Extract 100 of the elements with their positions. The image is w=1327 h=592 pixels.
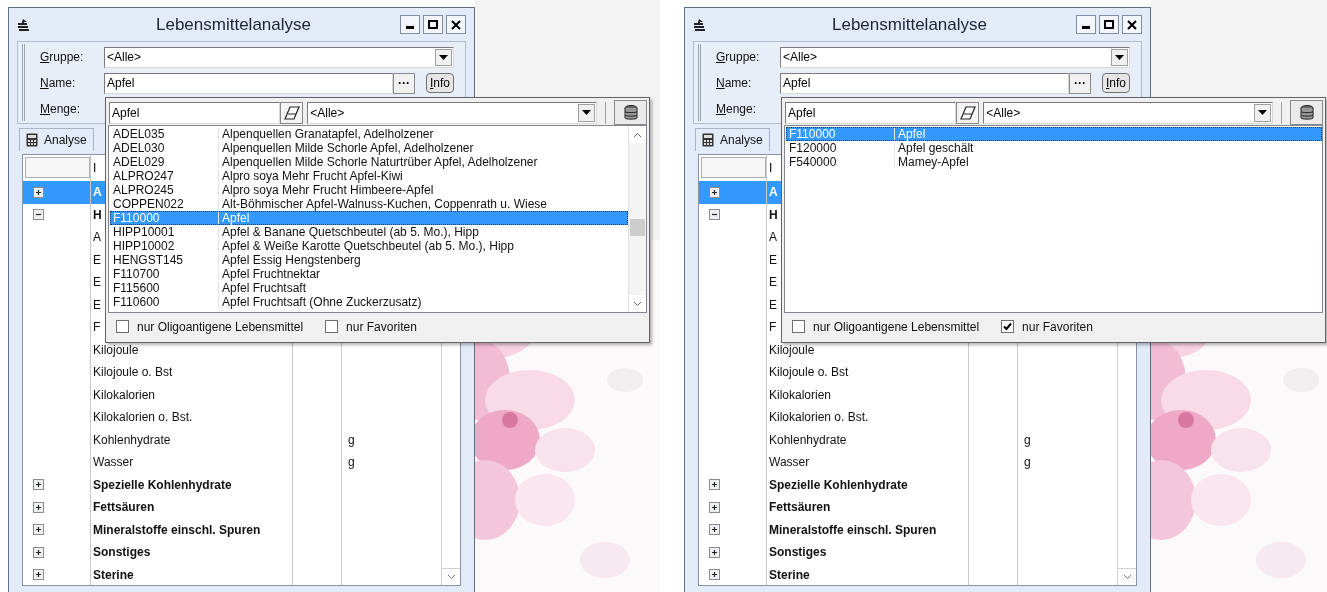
list-row[interactable]: F120000 Apfel geschält	[786, 141, 1322, 155]
maximize-icon[interactable]	[1104, 19, 1114, 30]
list-row[interactable]: ADEL035 Alpenquellen Granatapfel, Adelholzener	[110, 127, 628, 141]
tree-row[interactable]: Sterine	[699, 563, 1118, 585]
tree-row[interactable]: Wasser g	[699, 451, 1118, 474]
list-row[interactable]: ADEL029 Alpenquellen Milde Schorle Naturtrüber Apfel, Adelholzener	[110, 155, 628, 169]
clear-button[interactable]	[956, 101, 980, 124]
list-row[interactable]: ALPRO247 Alpro soya Mehr Frucht Apfel-Kiwi	[110, 169, 628, 183]
checkbox[interactable]	[1001, 320, 1015, 333]
list-row[interactable]: HIPP10002 Apfel & Weiße Karotte Quetschbeutel (ab 5. Mo.), Hipp	[110, 239, 628, 253]
filter-dropdown[interactable]: <Alle>	[307, 101, 598, 124]
item-code: ADEL035	[112, 128, 166, 140]
tree-row[interactable]: Kilojoule o. Bst	[23, 361, 442, 384]
window-menu-icon[interactable]	[693, 18, 707, 31]
calculator-icon	[26, 133, 38, 147]
row-label: H	[769, 206, 778, 224]
tree-row[interactable]: Fettsäuren	[23, 496, 442, 519]
expand-toggle[interactable]	[33, 501, 44, 513]
tree-row[interactable]: Kilokalorien o. Bst.	[699, 406, 1118, 429]
list-row[interactable]: ADEL030 Alpenquellen Milde Schorle Apfel, Adelholzener	[110, 141, 628, 155]
scrollbar[interactable]	[628, 126, 646, 312]
maximize-button[interactable]	[423, 15, 443, 34]
tree-row[interactable]: Kilojoule o. Bst	[699, 361, 1118, 384]
minimize-button[interactable]	[400, 15, 420, 34]
close-icon[interactable]	[451, 19, 461, 30]
expand-toggle[interactable]	[709, 569, 720, 581]
expand-toggle[interactable]	[709, 209, 720, 221]
info-button[interactable]: Info	[426, 73, 454, 93]
list-row[interactable]: F110700 Apfel Fruchtnektar	[110, 267, 628, 281]
browse-button[interactable]: ···	[393, 72, 415, 94]
row-label: Kohlenhydrate	[769, 431, 847, 449]
expand-toggle[interactable]	[33, 546, 44, 558]
chevron-down-icon[interactable]	[633, 300, 642, 307]
tree-row[interactable]: Sonstiges	[699, 541, 1118, 564]
tree-row[interactable]: Spezielle Kohlenhydrate	[699, 473, 1118, 496]
group-dropdown[interactable]: <Alle>	[780, 46, 1130, 68]
expand-toggle[interactable]	[709, 524, 720, 536]
list-row[interactable]: HIPP10001 Apfel & Banane Quetschbeutel (ab 5. Mo.), Hipp	[110, 225, 628, 239]
list-row[interactable]: F540000 Mamey-Apfel	[786, 155, 1322, 169]
tree-row[interactable]: Mineralstoffe einschl. Spuren	[23, 518, 442, 541]
row-label: Wasser	[93, 454, 134, 472]
tree-row[interactable]: Kilokalorien	[23, 383, 442, 406]
tree-row[interactable]: Kohlenhydrate g	[23, 428, 442, 451]
scroll-thumb[interactable]	[630, 219, 645, 236]
expand-toggle[interactable]	[709, 501, 720, 513]
tab[interactable]: Analyse	[19, 128, 94, 151]
name-field[interactable]: Apfel	[104, 72, 393, 94]
search-field[interactable]: Apfel	[785, 101, 957, 124]
search-field[interactable]: Apfel	[109, 101, 281, 124]
list-row[interactable]: ALPRO245 Alpro soya Mehr Frucht Himbeere-Apfel	[110, 183, 628, 197]
tree-row[interactable]: Wasser g	[23, 451, 442, 474]
maximize-button[interactable]	[1099, 15, 1119, 34]
expand-toggle[interactable]	[33, 524, 44, 536]
tree-row[interactable]: Fettsäuren	[699, 496, 1118, 519]
chevron-down-icon[interactable]	[446, 574, 456, 580]
checkbox[interactable]	[325, 320, 339, 333]
expand-toggle[interactable]	[33, 209, 44, 221]
group-dropdown[interactable]: <Alle>	[104, 46, 454, 68]
expand-toggle[interactable]	[709, 479, 720, 491]
list-row[interactable]: F115600 Apfel Fruchtsaft	[110, 281, 628, 295]
database-button[interactable]	[614, 100, 647, 125]
database-button[interactable]	[1290, 100, 1323, 125]
field-label: Gruppe:	[40, 49, 85, 66]
expand-toggle[interactable]	[33, 479, 44, 491]
chevron-down-icon[interactable]	[1122, 574, 1132, 580]
tree-row[interactable]: Kilokalorien o. Bst.	[23, 406, 442, 429]
list-row[interactable]: HENGST145 Apfel Essig Hengstenberg	[110, 253, 628, 267]
chevron-up-icon[interactable]	[633, 131, 642, 138]
tree-row[interactable]: Sterine	[23, 563, 442, 585]
checkbox[interactable]	[116, 320, 129, 333]
expand-toggle[interactable]	[33, 569, 44, 581]
filter-dropdown[interactable]: <Alle>	[983, 101, 1274, 124]
expand-toggle[interactable]	[709, 546, 720, 558]
row-label: F	[769, 319, 777, 337]
window-menu-icon[interactable]	[17, 18, 31, 31]
field-label: Gruppe:	[716, 49, 761, 66]
tree-row[interactable]: Kohlenhydrate g	[699, 428, 1118, 451]
tree-row[interactable]: Kilokalorien	[699, 383, 1118, 406]
expand-toggle[interactable]	[33, 186, 44, 198]
row-label: A	[93, 229, 101, 247]
tree-row[interactable]: Sonstiges	[23, 541, 442, 564]
clear-button[interactable]	[280, 101, 304, 124]
browse-button[interactable]: ···	[1069, 72, 1091, 94]
row-label: E	[93, 251, 101, 269]
minimize-button[interactable]	[1076, 15, 1096, 34]
close-button[interactable]	[1122, 15, 1142, 34]
name-field[interactable]: Apfel	[780, 72, 1069, 94]
tree-row[interactable]: Mineralstoffe einschl. Spuren	[699, 518, 1118, 541]
maximize-icon[interactable]	[428, 19, 438, 30]
expand-toggle[interactable]	[709, 186, 720, 198]
checkbox[interactable]	[792, 320, 805, 333]
close-icon[interactable]	[1127, 19, 1137, 30]
list-row[interactable]: COPPEN022 Alt-Böhmischer Apfel-Walnuss-Kuchen, Coppenrath u. Wiese	[110, 197, 628, 211]
info-button[interactable]: Info	[1102, 73, 1130, 93]
close-button[interactable]	[446, 15, 466, 34]
tab[interactable]: Analyse	[695, 128, 770, 151]
row-label: Sonstiges	[769, 544, 827, 562]
tree-row[interactable]: Spezielle Kohlenhydrate	[23, 473, 442, 496]
list-row[interactable]: F110600 Apfel Fruchtsaft (Ohne Zuckerzusatz)	[110, 295, 628, 309]
item-name: Apfel Fruchtsaft (Ohne Zuckerzusatz)	[218, 296, 422, 308]
